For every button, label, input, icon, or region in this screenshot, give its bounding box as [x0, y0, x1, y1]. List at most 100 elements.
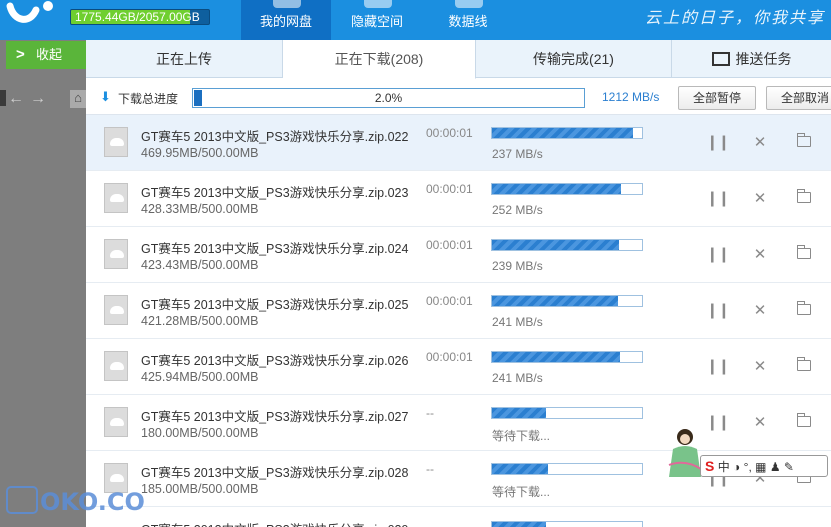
close-icon[interactable]: ✕: [752, 245, 768, 263]
top-header: 1775.44GB/2057.00GB 我的网盘 隐藏空间 数据线 云上的日子，…: [0, 0, 831, 40]
lock-space-icon: [364, 0, 392, 8]
file-speed: 241 MB/s: [492, 315, 543, 329]
folder-icon[interactable]: [796, 413, 812, 430]
ime-mode[interactable]: 中: [718, 460, 730, 474]
fairy-mascot-icon: [668, 429, 702, 477]
home-icon[interactable]: ⌂: [70, 90, 86, 108]
cloud-file-icon: [104, 127, 128, 157]
back-arrow-icon[interactable]: ←: [8, 90, 24, 108]
cloud-file-icon: [104, 295, 128, 325]
file-progress-bar: [491, 295, 643, 307]
ime-moon-icon[interactable]: ◑: [733, 460, 740, 474]
total-progress-percent: 2.0%: [374, 91, 403, 105]
collapse-button[interactable]: > 收起: [6, 41, 86, 69]
file-name: GT赛车5 2013中文版_PS3游戏快乐分享.zip.024: [141, 242, 409, 256]
folder-icon[interactable]: [796, 245, 812, 262]
cloud-file-icon: [104, 183, 128, 213]
pause-icon[interactable]: ❙❙: [706, 357, 730, 375]
close-icon[interactable]: ✕: [752, 413, 768, 431]
file-progress-fill: [492, 184, 621, 194]
download-row[interactable]: GT赛车5 2013中文版_PS3游戏快乐分享.zip.022 469.95MB…: [86, 115, 831, 171]
total-speed: 1212 MB/s: [602, 90, 660, 104]
pause-icon[interactable]: ❙❙: [706, 301, 730, 319]
cloud-file-icon: [104, 351, 128, 381]
file-progress-fill: [492, 128, 633, 138]
history-nav: ← → ⌂: [0, 90, 86, 112]
file-progress-bar: [491, 183, 643, 195]
download-summary: ⬇ 下载总进度 2.0% 1212 MB/s 全部暂停 全部取消: [86, 79, 831, 115]
file-progress-bar: [491, 127, 643, 139]
file-progress-fill: [492, 408, 546, 418]
ime-toolbar[interactable]: S 中 ◑ °, ▦ ♟ ✎: [700, 455, 828, 477]
file-speed: 等待下载...: [492, 429, 551, 443]
ime-keyboard-icon[interactable]: ▦: [755, 460, 766, 474]
cloud-file-icon: [104, 239, 128, 269]
folder-icon[interactable]: [796, 133, 812, 150]
file-name: GT赛车5 2013中文版_PS3游戏快乐分享.zip.026: [141, 354, 409, 368]
cloud-file-icon: [104, 407, 128, 437]
tab-downloading[interactable]: 正在下载(208): [283, 40, 476, 79]
tab-push-tasks[interactable]: 推送任务: [672, 40, 831, 78]
transfer-tabs: 正在上传 正在下载(208) 传输完成(21) 推送任务: [86, 40, 831, 79]
close-icon[interactable]: ✕: [752, 189, 768, 207]
nav-tab-data-cable[interactable]: 数据线: [423, 0, 513, 40]
ime-user-icon[interactable]: ♟: [770, 460, 781, 474]
file-progress-fill: [492, 296, 619, 306]
file-speed: 241 MB/s: [492, 371, 543, 385]
download-arrow-icon: ⬇: [100, 89, 111, 104]
ime-logo: S: [705, 458, 715, 474]
time-remaining: --: [426, 406, 434, 420]
nav-tab-label: 我的网盘: [259, 14, 312, 29]
time-remaining: 00:00:01: [426, 182, 473, 196]
download-row[interactable]: GT赛车5 2013中文版_PS3游戏快乐分享.zip.024 423.43MB…: [86, 227, 831, 283]
site-watermark: OKO.CO: [6, 486, 145, 518]
tab-label: 推送任务: [735, 51, 792, 67]
ime-punct-icon[interactable]: °,: [744, 460, 752, 474]
close-icon[interactable]: ✕: [752, 133, 768, 151]
pause-icon[interactable]: ❙❙: [706, 133, 730, 151]
close-icon[interactable]: ✕: [752, 301, 768, 319]
cancel-all-button[interactable]: 全部取消: [766, 86, 831, 110]
tab-completed[interactable]: 传输完成(21): [476, 40, 672, 78]
file-speed: 237 MB/s: [492, 147, 543, 161]
pause-icon[interactable]: ❙❙: [706, 413, 730, 431]
nav-tab-my-disk[interactable]: 我的网盘: [241, 0, 331, 40]
download-row[interactable]: GT赛车5 2013中文版_PS3游戏快乐分享.zip.027 180.00MB…: [86, 395, 831, 451]
collapse-label: 收起: [36, 47, 63, 62]
folder-icon[interactable]: [796, 301, 812, 318]
watermark-logo-icon: [6, 486, 38, 514]
file-size: 421.28MB/500.00MB: [141, 314, 259, 328]
folder-icon[interactable]: [796, 189, 812, 206]
disk-icon: [273, 0, 301, 8]
download-row[interactable]: GT赛车5 2013中文版_PS3游戏快乐分享.zip.025 421.28MB…: [86, 283, 831, 339]
file-name: GT赛车5 2013中文版_PS3游戏快乐分享.zip.028: [141, 466, 409, 480]
chevron-right-icon: >: [16, 46, 25, 63]
time-remaining: 00:00:01: [426, 350, 473, 364]
file-progress-bar: [491, 407, 643, 419]
download-row[interactable]: GT赛车5 2013中文版_PS3游戏快乐分享.zip.023 428.33MB…: [86, 171, 831, 227]
file-size: 180.00MB/500.00MB: [141, 426, 259, 440]
file-size: 428.33MB/500.00MB: [141, 202, 259, 216]
left-sidebar: > 收起 ← → ⌂: [0, 40, 86, 527]
ime-tools-icon[interactable]: ✎: [784, 460, 794, 474]
time-remaining: 00:00:01: [426, 126, 473, 140]
pause-icon[interactable]: ❙❙: [706, 189, 730, 207]
file-name: GT赛车5 2013中文版_PS3游戏快乐分享.zip.022: [141, 130, 409, 144]
download-row[interactable]: GT赛车5 2013中文版_PS3游戏快乐分享.zip.026 425.94MB…: [86, 339, 831, 395]
file-size: 425.94MB/500.00MB: [141, 370, 259, 384]
nav-tab-label: 数据线: [448, 14, 488, 29]
storage-usage-text: 1775.44GB/2057.00GB: [75, 10, 200, 24]
file-name: GT赛车5 2013中文版_PS3游戏快乐分享.zip.027: [141, 410, 409, 424]
forward-arrow-icon[interactable]: →: [30, 90, 46, 108]
app-logo-icon: [6, 1, 53, 23]
close-icon[interactable]: ✕: [752, 357, 768, 375]
tab-uploading[interactable]: 正在上传: [86, 40, 283, 78]
total-progress-label: 下载总进度: [118, 92, 179, 106]
pause-icon[interactable]: ❙❙: [706, 245, 730, 263]
folder-icon[interactable]: [796, 357, 812, 374]
pause-all-button[interactable]: 全部暂停: [678, 86, 756, 110]
download-row[interactable]: GT赛车5 2013中文版_PS3游戏快乐分享.zip.029: [86, 507, 831, 527]
file-size: 423.43MB/500.00MB: [141, 258, 259, 272]
total-progress-bar: 2.0%: [192, 88, 585, 108]
nav-tab-hidden-space[interactable]: 隐藏空间: [332, 0, 422, 40]
